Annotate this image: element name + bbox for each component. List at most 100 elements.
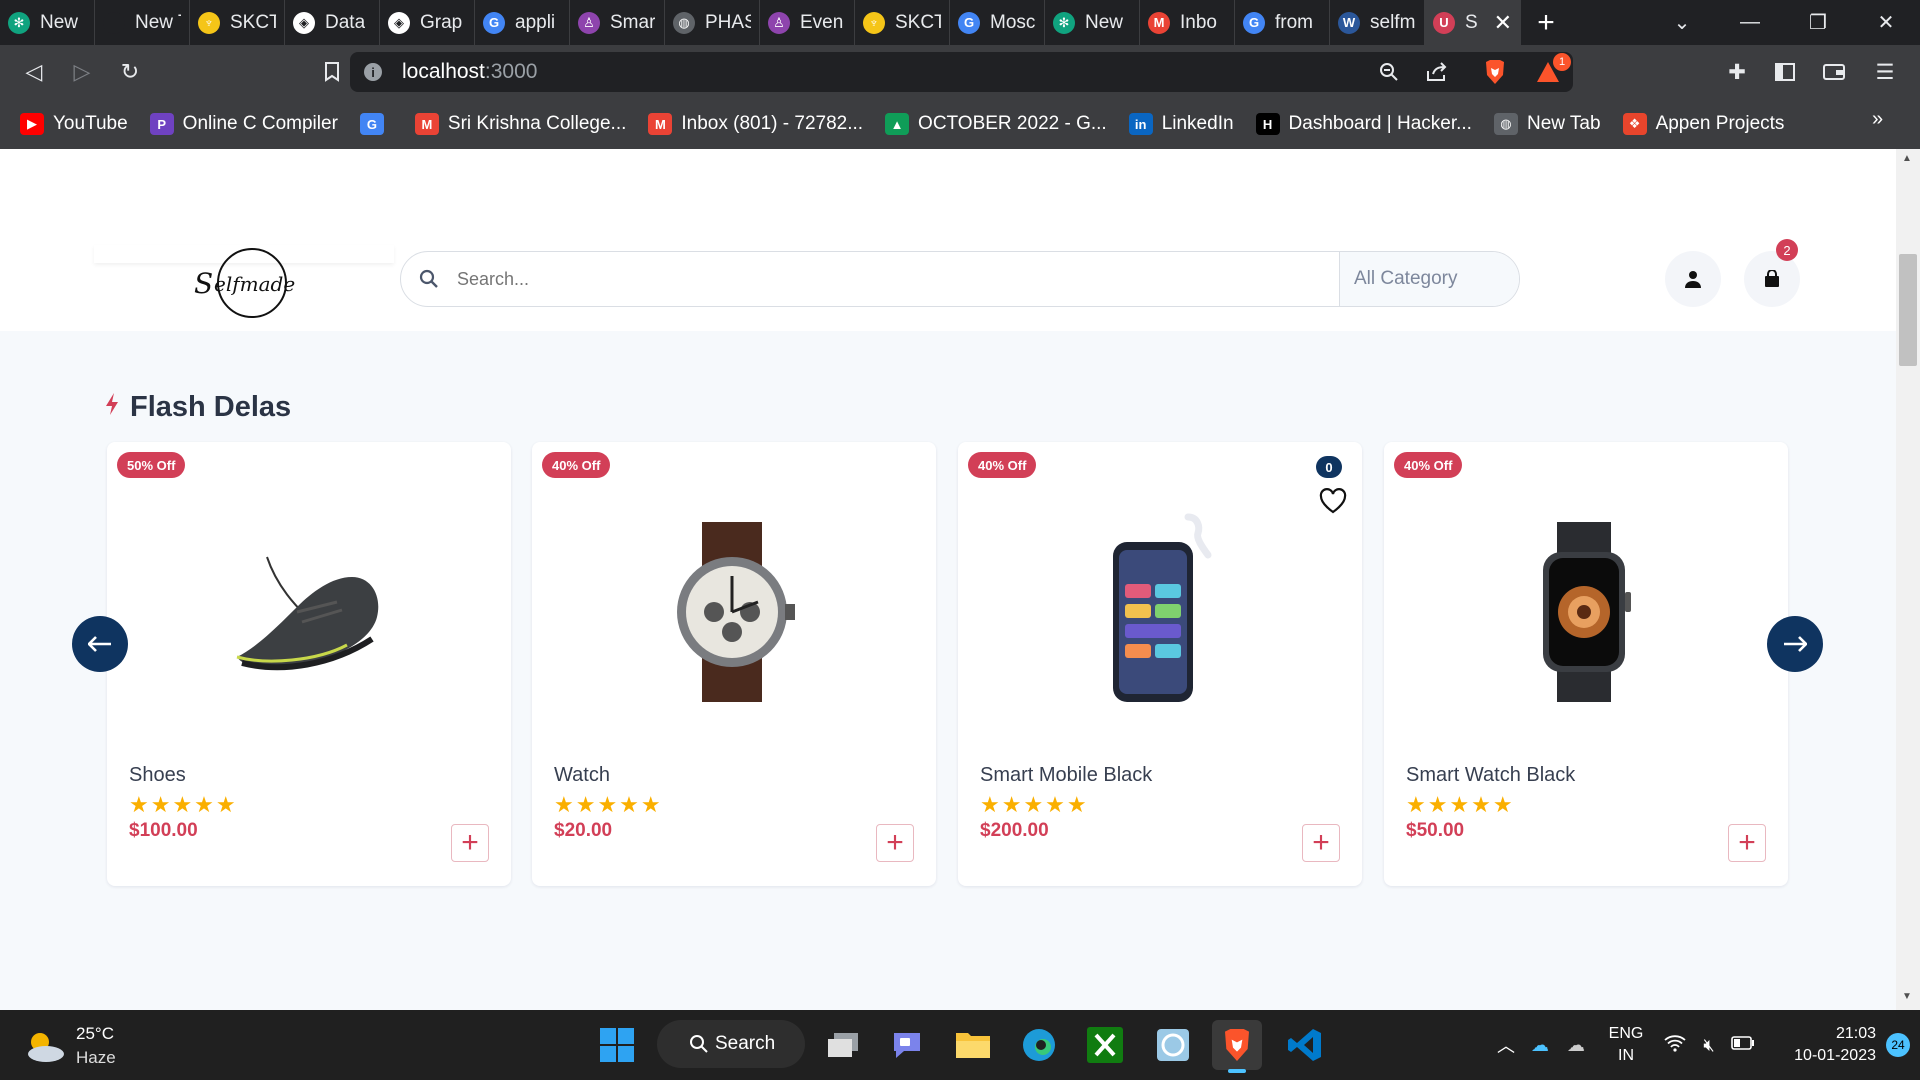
site-info-icon[interactable]: i — [364, 63, 382, 81]
new-tab-button[interactable]: + — [1521, 0, 1571, 45]
reload-icon[interactable]: ↻ — [106, 48, 154, 96]
heart-icon[interactable] — [1319, 488, 1347, 514]
user-account-button[interactable] — [1665, 251, 1721, 307]
share-icon[interactable] — [1420, 55, 1454, 89]
add-to-cart-button[interactable]: + — [1302, 824, 1340, 862]
browser-tab[interactable]: ◍ PHAS — [665, 0, 760, 45]
browser-tab[interactable]: ♆ SKCT — [855, 0, 950, 45]
product-image-shoe[interactable] — [167, 512, 447, 712]
onedrive-icon[interactable]: ☁ — [1522, 1035, 1558, 1056]
tab-search-chevron-icon[interactable]: ⌄ — [1648, 0, 1716, 45]
zoom-icon[interactable] — [1372, 55, 1406, 89]
bookmark-item[interactable]: ❖ Appen Projects — [1622, 113, 1784, 135]
volume-muted-icon[interactable]: 🔇︎ — [1692, 1035, 1726, 1056]
product-image-smartwatch[interactable] — [1444, 512, 1724, 712]
browser-tab[interactable]: New Tab — [95, 0, 190, 45]
bookmark-item[interactable]: ▲ OCTOBER 2022 - G... — [885, 113, 1107, 135]
tab-favicon-icon: G — [1243, 11, 1265, 34]
tab-favicon-icon: ◈ — [388, 11, 410, 34]
product-card[interactable]: 40% Off 0 Smart Mobile Black ★★★★★ $200.00 + — [958, 442, 1362, 886]
bookmark-item[interactable]: G — [359, 113, 393, 135]
start-button[interactable] — [592, 1020, 642, 1070]
xbox-icon[interactable] — [1080, 1020, 1130, 1070]
bookmark-icon[interactable] — [308, 48, 356, 96]
scroll-down-icon[interactable]: ▼ — [1902, 991, 1912, 1002]
brave-browser-taskbar-icon[interactable] — [1212, 1020, 1262, 1070]
browser-tab[interactable]: ✻ New — [1045, 0, 1140, 45]
close-window-button[interactable]: ✕ — [1852, 0, 1920, 45]
task-view-icon[interactable] — [818, 1020, 868, 1070]
extensions-icon[interactable]: ✚ — [1720, 55, 1754, 89]
product-image-phone[interactable] — [1018, 512, 1298, 712]
browser-tab[interactable]: ♙ Smar — [570, 0, 665, 45]
search-input[interactable] — [457, 252, 1339, 306]
product-card[interactable]: 40% Off Smart Watch Black ★★★★★ $50.00 + — [1384, 442, 1788, 886]
browser-tab[interactable]: ✻ New — [0, 0, 95, 45]
weather-widget[interactable]: 25°C Haze — [22, 1022, 116, 1070]
bookmark-item[interactable]: M Sri Krishna College... — [414, 113, 626, 135]
add-to-cart-button[interactable]: + — [451, 824, 489, 862]
browser-tab[interactable]: Gappli — [475, 0, 570, 45]
browser-tab[interactable]: Wselfm — [1330, 0, 1425, 45]
brave-rewards-icon[interactable]: 1 — [1531, 53, 1571, 89]
add-to-cart-button[interactable]: + — [1728, 824, 1766, 862]
product-image-watch[interactable] — [592, 512, 872, 712]
cloud-sync-icon[interactable]: ☁ — [1558, 1035, 1594, 1056]
bookmark-item[interactable]: ▶ YouTube — [20, 113, 128, 135]
bookmark-item[interactable]: in LinkedIn — [1128, 113, 1234, 135]
browser-tab[interactable]: ◈ Grap — [380, 0, 475, 45]
taskbar-search[interactable]: Search — [657, 1020, 805, 1068]
edge-icon[interactable] — [1014, 1020, 1064, 1070]
carousel-prev-button[interactable] — [72, 616, 128, 672]
browser-tab[interactable]: G Mosc — [950, 0, 1045, 45]
photos-app-icon[interactable] — [1148, 1020, 1198, 1070]
product-name[interactable]: Watch — [554, 764, 610, 787]
tab-favicon-icon: W — [1338, 11, 1360, 34]
menu-icon[interactable]: ☰ — [1868, 55, 1902, 89]
browser-tab[interactable]: ◈ Data — [285, 0, 380, 45]
bookmark-item[interactable]: M Inbox (801) - 72782... — [648, 113, 863, 135]
language-indicator[interactable]: ENG IN — [1594, 1023, 1658, 1067]
browser-tab[interactable]: U S ✕ — [1425, 0, 1521, 45]
browser-tab[interactable]: ♆ SKCT — [190, 0, 285, 45]
forward-icon[interactable]: ▷ — [58, 48, 106, 96]
tab-title: PHAS — [705, 11, 751, 33]
minimize-button[interactable]: — — [1716, 0, 1784, 45]
battery-icon[interactable] — [1726, 1035, 1760, 1055]
product-name[interactable]: Shoes — [129, 764, 186, 787]
tab-title: New — [40, 11, 79, 33]
browser-tab[interactable]: Gfrom — [1235, 0, 1330, 45]
chat-icon[interactable] — [882, 1020, 932, 1070]
clock[interactable]: 21:03 10-01-2023 — [1766, 1023, 1876, 1067]
brave-shields-icon[interactable] — [1478, 55, 1512, 89]
notification-badge[interactable]: 24 — [1886, 1033, 1910, 1057]
language-code: ENG — [1608, 1025, 1644, 1042]
scrollbar-thumb[interactable] — [1899, 254, 1917, 366]
restore-button[interactable]: ❐ — [1784, 0, 1852, 45]
file-explorer-icon[interactable] — [948, 1020, 998, 1070]
tab-close-icon[interactable]: ✕ — [1494, 10, 1512, 36]
bookmarks-overflow-icon[interactable]: » — [1872, 108, 1883, 131]
category-select[interactable]: All Category — [1339, 252, 1519, 306]
back-icon[interactable]: ◁ — [10, 48, 58, 96]
cart-count-badge: 2 — [1776, 239, 1798, 261]
vscode-icon[interactable] — [1280, 1020, 1330, 1070]
bookmark-item[interactable]: ◍ New Tab — [1493, 113, 1601, 135]
add-to-cart-button[interactable]: + — [876, 824, 914, 862]
carousel-next-button[interactable] — [1767, 616, 1823, 672]
scroll-up-icon[interactable]: ▲ — [1902, 153, 1912, 164]
svg-text:S: S — [194, 267, 213, 300]
product-name[interactable]: Smart Mobile Black — [980, 764, 1152, 787]
selfmade-logo[interactable]: S elfmade — [190, 245, 308, 325]
product-name[interactable]: Smart Watch Black — [1406, 764, 1575, 787]
browser-tab[interactable]: M Inbo — [1140, 0, 1235, 45]
tray-overflow-chevron-icon[interactable]: ︿ — [1490, 1032, 1522, 1058]
product-card[interactable]: 50% Off Shoes ★★★★★ $100.00 + — [107, 442, 511, 886]
bookmark-item[interactable]: H Dashboard | Hacker... — [1255, 113, 1472, 135]
bookmark-item[interactable]: P Online C Compiler — [149, 113, 338, 135]
browser-tab[interactable]: ♙ Even — [760, 0, 855, 45]
wifi-icon[interactable] — [1658, 1034, 1692, 1057]
sidebar-icon[interactable] — [1768, 55, 1802, 89]
product-card[interactable]: 40% Off Watch ★★★★★ $20.00 + — [532, 442, 936, 886]
wallet-icon[interactable] — [1817, 55, 1851, 89]
